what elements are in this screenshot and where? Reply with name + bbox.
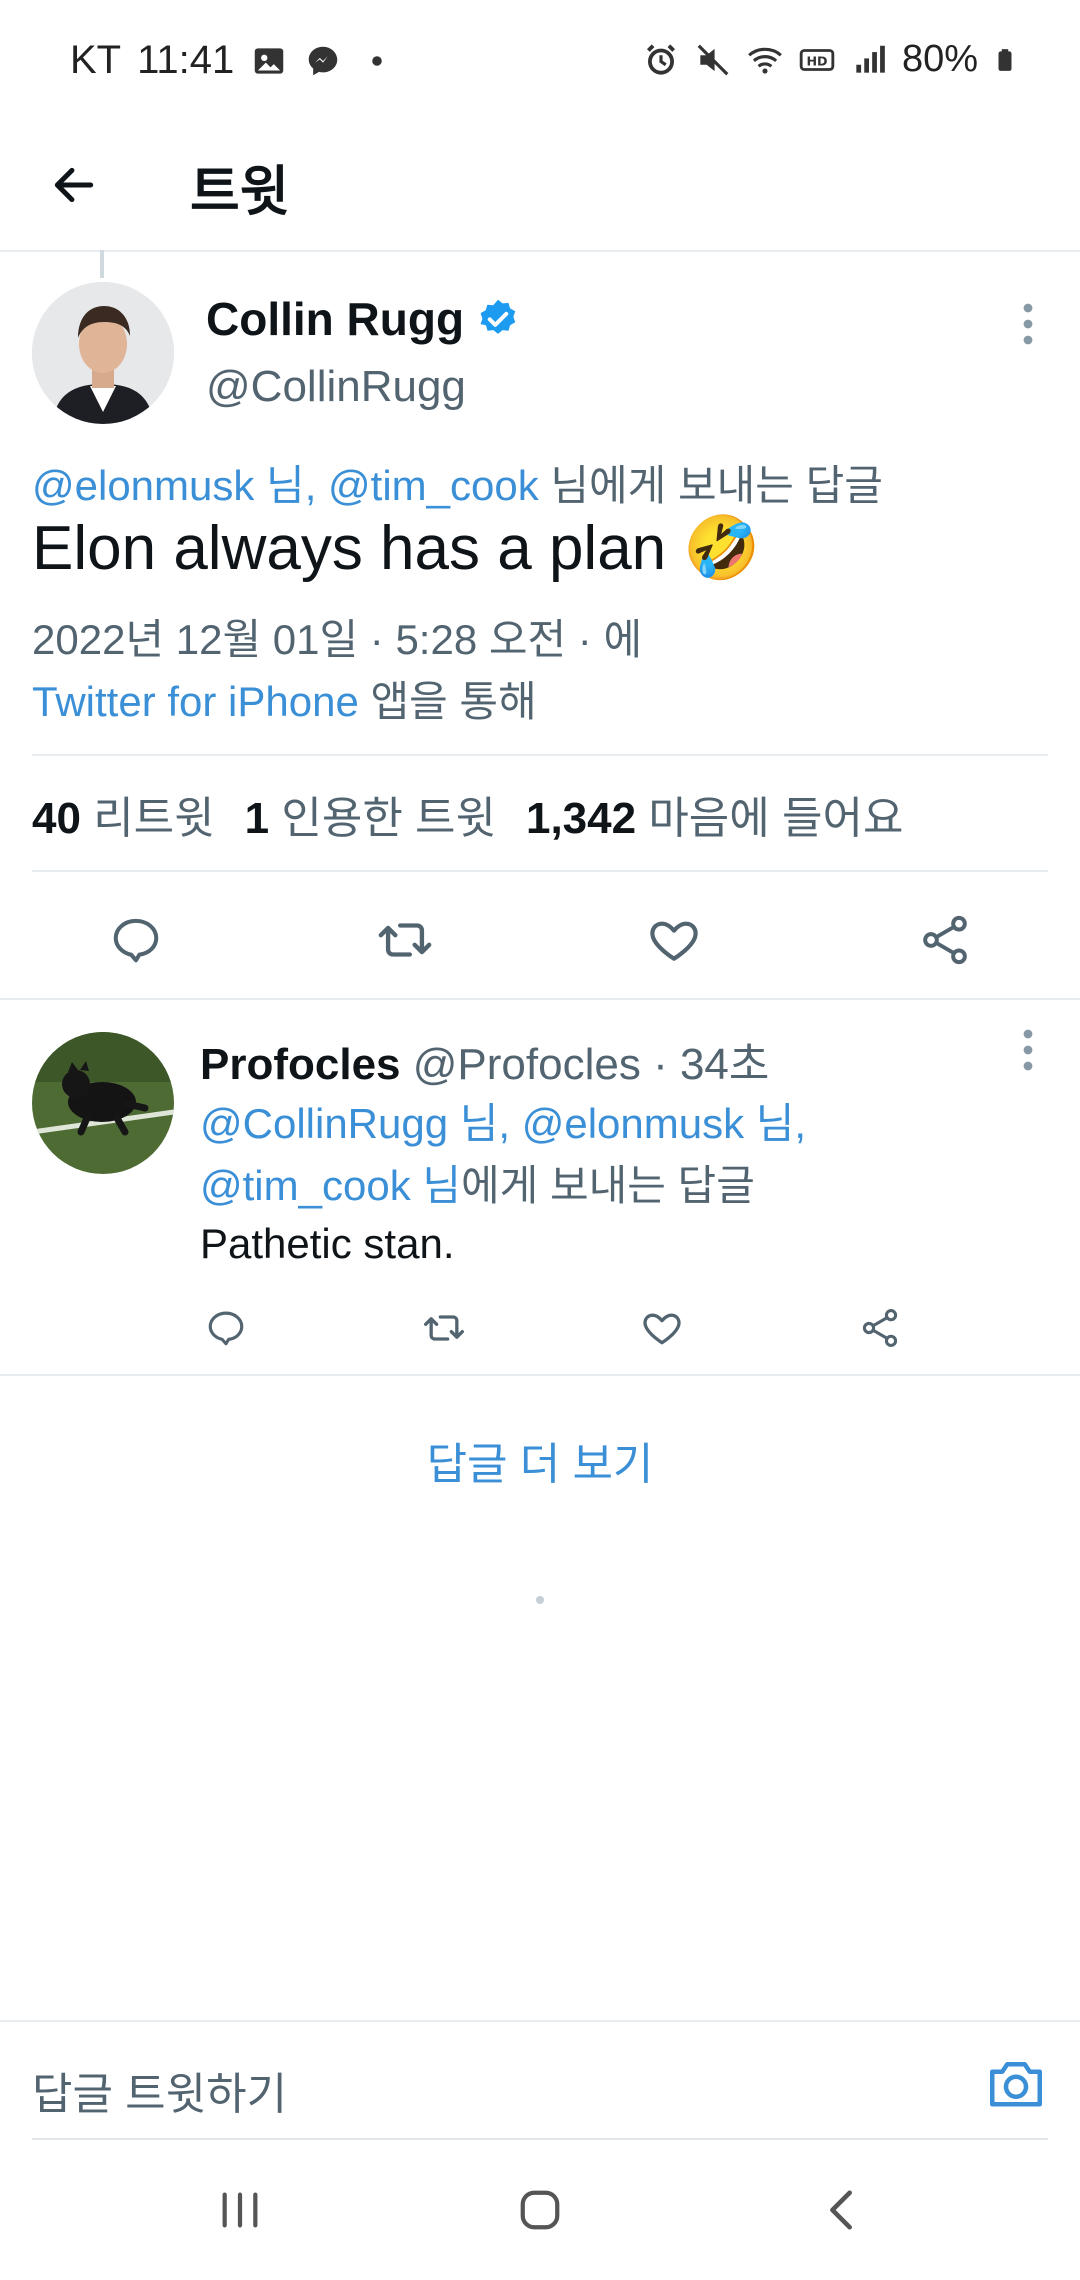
more-vertical-icon: [1023, 1029, 1033, 1071]
author-name[interactable]: Collin Rugg: [206, 292, 520, 346]
author-display-name: Collin Rugg: [206, 293, 465, 345]
reply-author-handle[interactable]: @Profocles: [413, 1040, 641, 1089]
reply-retweet-button[interactable]: [414, 1298, 474, 1358]
recents-icon: [222, 2192, 258, 2228]
reply-header: Profocles @Profocles · 34초: [200, 1028, 769, 1092]
image-icon: [255, 47, 284, 74]
compose-underline: [32, 2138, 1048, 2140]
signal-icon: [856, 45, 885, 73]
divider: [32, 754, 1048, 756]
status-bar: KT 11:41 HD 80%: [0, 0, 1080, 125]
reply-like-button[interactable]: [632, 1298, 692, 1358]
retweet-icon: [378, 923, 432, 957]
dog-photo-icon: [32, 1032, 174, 1174]
mute-icon: [697, 44, 729, 75]
battery-percent: 80%: [901, 38, 978, 80]
source-suffix: 앱을 통해: [358, 678, 537, 725]
likes-label: 마음에 들어요: [648, 794, 904, 843]
heart-icon: [650, 921, 698, 961]
reply-author-name[interactable]: Profocles: [200, 1040, 401, 1089]
page-title: 트윗: [190, 162, 290, 222]
reply-avatar[interactable]: [32, 1032, 174, 1174]
home-icon: [520, 2190, 560, 2230]
svg-text:HD: HD: [806, 53, 827, 68]
status-right: HD 80%: [642, 38, 1018, 81]
recent-apps-button[interactable]: [200, 2175, 280, 2245]
status-left: KT 11:41: [70, 38, 396, 83]
chevron-left-icon: [830, 2190, 852, 2230]
retweets-label: 리트윗: [93, 794, 215, 843]
reply-more-options-button[interactable]: [1008, 1020, 1048, 1080]
wifi-icon: [748, 47, 782, 74]
clock: 11:41: [137, 38, 235, 82]
tweet-stats: 40 리트윗 1 인용한 트윗 1,342 마음에 들어요: [32, 782, 903, 846]
like-button[interactable]: [634, 900, 714, 980]
retweets-count: 40: [32, 794, 81, 843]
likes-stat[interactable]: 1,342 마음에 들어요: [526, 782, 903, 846]
reply-reply-button[interactable]: [196, 1298, 256, 1358]
dot-icon: [372, 55, 383, 66]
divider: [32, 870, 1048, 872]
share-button[interactable]: [905, 900, 985, 980]
reply-mentions-line2: @tim_cook 님에게 보내는 답글: [200, 1152, 755, 1213]
person-portrait-icon: [32, 282, 174, 424]
reply-text: Pathetic stan.: [200, 1220, 455, 1267]
reply-mention-link[interactable]: @tim_cook 님: [200, 1162, 461, 1209]
retweets-stat[interactable]: 40 리트윗: [32, 782, 215, 846]
messenger-icon: [309, 46, 338, 75]
arrow-left-icon: [54, 167, 94, 203]
reply-share-button[interactable]: [850, 1298, 910, 1358]
reply-time: · 34초: [653, 1040, 770, 1089]
retweet-icon: [424, 1315, 464, 1341]
reply-mentions-line1[interactable]: @CollinRugg 님, @elonmusk 님,: [200, 1090, 806, 1151]
quotes-label: 인용한 트윗: [281, 794, 496, 843]
more-vertical-icon: [1023, 303, 1033, 345]
camera-button[interactable]: [978, 2048, 1054, 2118]
reply-button[interactable]: [96, 900, 176, 980]
alarm-icon: [646, 43, 675, 75]
carrier: KT: [70, 38, 122, 82]
system-back-button[interactable]: [802, 2175, 882, 2245]
reply-icon: [113, 918, 159, 963]
more-options-button[interactable]: [1008, 294, 1048, 354]
likes-count: 1,342: [525, 794, 637, 843]
heart-icon: [643, 1313, 681, 1345]
reply-context: @elonmusk 님, @tim_cook 님에게 보내는 답글: [32, 452, 883, 513]
compose-reply-bar: 답글 트윗하기: [0, 2020, 1080, 2142]
reply-input[interactable]: 답글 트윗하기: [32, 2058, 287, 2122]
camera-icon: [990, 2062, 1042, 2107]
reply-context-suffix: 님에게 보내는 답글: [538, 462, 883, 509]
show-more-replies-button[interactable]: 답글 더 보기: [0, 1428, 1080, 1492]
divider: [0, 1374, 1080, 1376]
quotes-stat[interactable]: 1 인용한 트윗: [245, 782, 496, 846]
quotes-count: 1: [244, 794, 270, 843]
reply-icon: [208, 1311, 244, 1346]
source-link[interactable]: Twitter for iPhone: [32, 678, 359, 725]
share-icon: [862, 1309, 898, 1347]
reply-mentions-link[interactable]: @elonmusk 님, @tim_cook: [32, 462, 539, 509]
share-icon: [923, 915, 967, 965]
retweet-button[interactable]: [365, 900, 445, 980]
battery-icon: [998, 48, 1012, 71]
author-handle[interactable]: @CollinRugg: [206, 362, 466, 412]
avatar[interactable]: [32, 282, 174, 424]
back-button[interactable]: [44, 155, 104, 215]
system-nav-bar: [0, 2150, 1080, 2280]
home-button[interactable]: [500, 2175, 580, 2245]
hd-icon: HD: [799, 48, 835, 71]
reply-context-suffix: 에게 보내는 답글: [461, 1162, 755, 1209]
verified-badge-icon: [480, 299, 516, 334]
tweet-timestamp: 2022년 12월 01일 · 5:28 오전 · 에: [32, 616, 643, 663]
tweet-source: Twitter for iPhone 앱을 통해: [32, 668, 537, 729]
tweet-text: Elon always has a plan 🤣: [32, 514, 761, 583]
top-app-bar: 트윗: [0, 125, 1080, 252]
loading-dot: [536, 1596, 544, 1604]
divider: [0, 998, 1080, 1000]
thread-line: [100, 250, 104, 278]
